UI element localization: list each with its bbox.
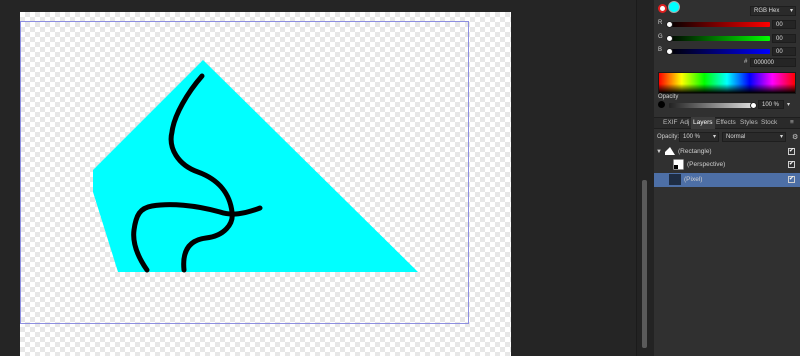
r-label: R	[658, 20, 663, 26]
tab-adjustments[interactable]: Adj	[678, 117, 691, 129]
right-panel: RGB Hex ▾ R 00 G 00 B 00 # 000000 Opacit…	[654, 0, 800, 356]
layer-row-perspective[interactable]: (Perspective) ✔	[654, 158, 800, 172]
color-mode-label: RGB Hex	[754, 8, 780, 14]
panel-menu-icon[interactable]: ≡	[788, 117, 796, 129]
layer-visibility-checkbox[interactable]: ✔	[788, 148, 795, 155]
g-slider[interactable]	[668, 36, 770, 41]
blend-mode-value: Normal	[726, 134, 746, 140]
layer-name: (Pixel)	[684, 176, 703, 183]
layer-visibility-checkbox[interactable]: ✔	[788, 161, 795, 168]
b-slider-handle[interactable]	[666, 48, 673, 55]
hex-marker: #	[744, 59, 748, 65]
layer-thumbnail	[665, 147, 675, 155]
layer-thumbnail	[673, 159, 684, 170]
expand-triangle-icon[interactable]: ▼	[656, 145, 662, 159]
opacity-slider[interactable]	[669, 103, 753, 108]
chevron-down-icon[interactable]: ▾	[787, 101, 790, 108]
tab-effects[interactable]: Effects	[714, 117, 738, 129]
layer-visibility-checkbox[interactable]: ✔	[788, 176, 795, 183]
layer-opacity-value: 100 %	[683, 134, 701, 140]
g-label: G	[658, 34, 663, 40]
layer-thumbnail	[669, 174, 681, 185]
r-value-field[interactable]: 00	[772, 20, 796, 29]
opacity-label: Opacity	[658, 94, 679, 100]
background-color-swatch[interactable]	[658, 4, 667, 13]
layer-row-rectangle[interactable]: ▼ (Rectangle) ✔	[654, 145, 800, 159]
chevron-down-icon: ▾	[779, 134, 783, 140]
b-slider[interactable]	[668, 49, 770, 54]
g-slider-handle[interactable]	[666, 35, 673, 42]
hex-value-field[interactable]: 000000	[750, 58, 796, 67]
layer-opacity-label: Opacity:	[657, 134, 680, 140]
layer-row-pixel[interactable]: (Pixel) ✔	[654, 173, 800, 187]
opacity-value-field[interactable]: 100 %	[758, 100, 784, 109]
opacity-value: 100 %	[762, 102, 780, 108]
g-value-field[interactable]: 00	[772, 34, 796, 43]
r-slider-handle[interactable]	[666, 21, 673, 28]
tab-styles[interactable]: Styles	[738, 117, 760, 129]
chevron-down-icon: ▾	[712, 134, 716, 140]
opacity-slider-handle[interactable]	[750, 102, 757, 109]
b-label: B	[658, 47, 663, 53]
opacity-preview	[658, 101, 665, 108]
foreground-color-swatch[interactable]	[668, 1, 680, 13]
tab-stock[interactable]: Stock	[759, 117, 779, 129]
cyan-shape[interactable]	[93, 60, 418, 272]
tab-layers[interactable]: Layers	[691, 117, 715, 129]
chevron-down-icon: ▾	[789, 8, 793, 14]
color-spectrum[interactable]	[658, 72, 796, 94]
tab-exif[interactable]: EXIF	[661, 117, 679, 129]
layer-name: (Rectangle)	[678, 148, 712, 155]
layer-name: (Perspective)	[687, 161, 726, 168]
layer-opacity-dropdown[interactable]: 100 % ▾	[679, 132, 719, 142]
color-mode-dropdown[interactable]: RGB Hex ▾	[750, 6, 796, 16]
panel-scrollbar[interactable]	[642, 180, 647, 348]
workspace	[0, 0, 636, 356]
layer-options-icon[interactable]: ⚙	[792, 133, 798, 141]
artwork[interactable]	[0, 0, 636, 356]
b-value-field[interactable]: 00	[772, 47, 796, 56]
r-slider[interactable]	[668, 22, 770, 27]
blend-mode-dropdown[interactable]: Normal ▾	[722, 132, 786, 142]
